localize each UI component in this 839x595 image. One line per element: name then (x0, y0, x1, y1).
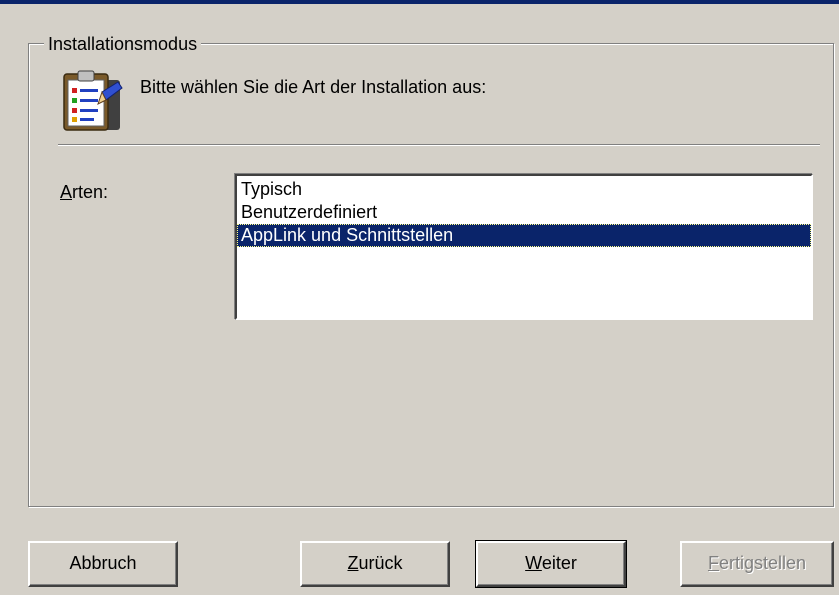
clipboard-checklist-icon (58, 70, 126, 136)
next-button[interactable]: Weiter (475, 540, 627, 588)
list-item-typisch[interactable]: Typisch (237, 178, 811, 201)
types-label: Arten: (60, 180, 108, 204)
next-button-label: eiter (541, 553, 577, 573)
cancel-button-label: Abbruch (69, 553, 137, 573)
finish-button: Fertigstellen (680, 541, 834, 587)
finish-button-label: ertigstellen (718, 553, 807, 573)
finish-button-accelerator: F (707, 553, 719, 573)
types-label-accelerator: A (60, 182, 73, 202)
separator-line (58, 144, 820, 146)
types-label-rest: rten: (72, 182, 109, 202)
cancel-button[interactable]: Abbruch (28, 541, 178, 587)
instruction-text: Bitte wählen Sie die Art der Installatio… (140, 77, 487, 97)
group-title: Installationsmodus (44, 33, 202, 55)
installation-types-listbox[interactable]: Typisch Benutzerdefiniert AppLink und Sc… (235, 174, 813, 320)
back-button-accelerator: Z (347, 553, 359, 573)
back-button[interactable]: Zurück (300, 541, 450, 587)
list-item-applink[interactable]: AppLink und Schnittstellen (237, 224, 811, 247)
back-button-label: urück (358, 553, 403, 573)
title-bar-edge (0, 0, 839, 4)
next-button-accelerator: W (525, 553, 542, 573)
list-item-benutzerdefiniert[interactable]: Benutzerdefiniert (237, 201, 811, 224)
